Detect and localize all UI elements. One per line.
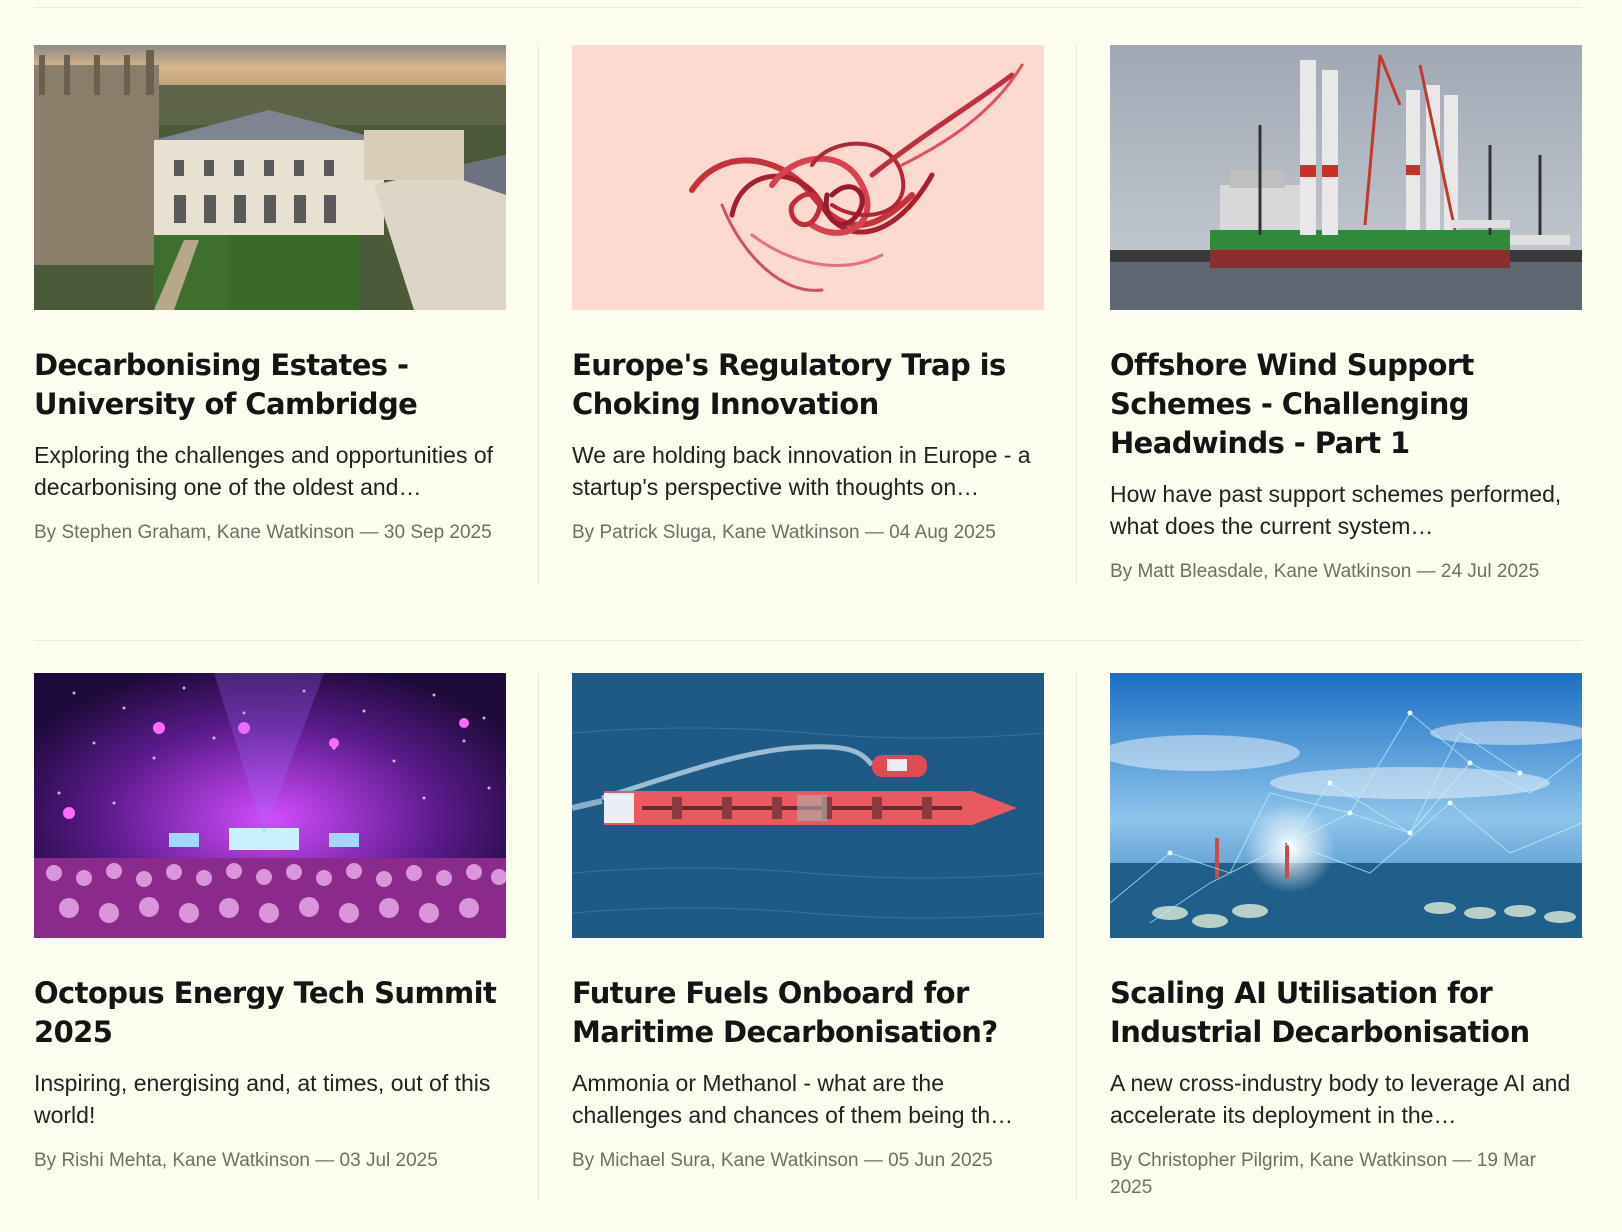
article-row-1: Decarbonising Estates - University of Ca… [34,45,1582,585]
article-byline: By Patrick Sluga, Kane Watkinson — 04 Au… [572,522,996,543]
article-card[interactable]: Future Fuels Onboard for Maritime Decarb… [572,673,1077,1201]
column-divider [1076,673,1077,1201]
industrial-network-image [1110,673,1582,938]
article-thumbnail[interactable] [1110,673,1582,938]
article-byline: By Michael Sura, Kane Watkinson — 05 Jun… [572,1150,993,1171]
article-byline: By Rishi Mehta, Kane Watkinson — 03 Jul … [34,1150,438,1171]
article-title[interactable]: Scaling AI Utilisation for Industrial De… [1110,974,1582,1052]
article-thumbnail[interactable] [572,45,1044,310]
article-title[interactable]: Offshore Wind Support Schemes - Challeng… [1110,346,1582,463]
column-divider [1076,45,1077,585]
article-byline: By Matt Bleasdale, Kane Watkinson — 24 J… [1110,561,1540,582]
column-divider [538,673,539,1201]
article-card[interactable]: Octopus Energy Tech Summit 2025 Inspirin… [34,673,539,1201]
article-excerpt: Inspiring, energising and, at times, out… [34,1070,491,1128]
tanker-ship-image [572,673,1044,938]
top-divider [34,7,1582,8]
article-byline: By Christopher Pilgrim, Kane Watkinson —… [1110,1150,1536,1198]
article-card[interactable]: Scaling AI Utilisation for Industrial De… [1110,673,1582,1201]
article-thumbnail[interactable] [34,673,506,938]
article-card[interactable]: Europe's Regulatory Trap is Choking Inno… [572,45,1077,585]
article-excerpt: A new cross-industry body to leverage AI… [1110,1070,1571,1128]
article-row-2: Octopus Energy Tech Summit 2025 Inspirin… [34,673,1582,1201]
article-byline: By Stephen Graham, Kane Watkinson — 30 S… [34,522,492,543]
article-excerpt: Ammonia or Methanol - what are the chall… [572,1070,1014,1128]
column-divider [538,45,539,585]
cambridge-university-image [34,45,506,310]
article-title[interactable]: Octopus Energy Tech Summit 2025 [34,974,506,1052]
article-excerpt: We are holding back innovation in Europe… [572,442,1031,500]
row-divider [34,640,1582,641]
red-ribbon-image [572,45,1044,310]
article-title[interactable]: Europe's Regulatory Trap is Choking Inno… [572,346,1044,424]
article-card[interactable]: Decarbonising Estates - University of Ca… [34,45,539,585]
tech-summit-image [34,673,506,938]
article-card[interactable]: Offshore Wind Support Schemes - Challeng… [1110,45,1582,585]
article-excerpt: How have past support schemes performed,… [1110,481,1562,539]
article-thumbnail[interactable] [34,45,506,310]
article-excerpt: Exploring the challenges and opportuniti… [34,442,494,500]
article-title[interactable]: Decarbonising Estates - University of Ca… [34,346,506,424]
article-title[interactable]: Future Fuels Onboard for Maritime Decarb… [572,974,1044,1052]
article-thumbnail[interactable] [572,673,1044,938]
article-thumbnail[interactable] [1110,45,1582,310]
offshore-wind-vessel-image [1110,45,1582,310]
